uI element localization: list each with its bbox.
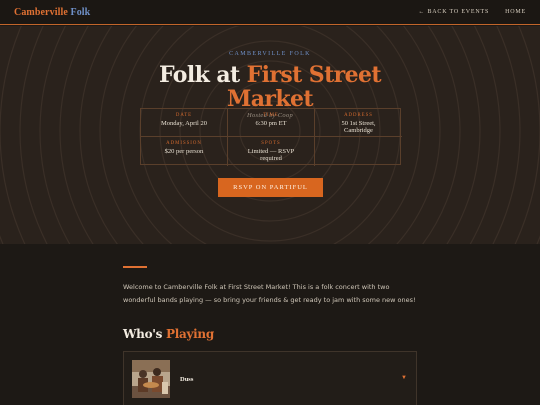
detail-address: ADDRESS 50 1st Street, Cambridge bbox=[315, 109, 402, 137]
event-title-part2: First Street bbox=[246, 62, 382, 88]
hero-eyebrow: CAMBERVILLE FOLK bbox=[229, 51, 311, 57]
detail-label: DATE bbox=[175, 113, 193, 118]
detail-label: ADMISSION bbox=[166, 141, 202, 146]
rsvp-button[interactable]: RSVP ON PARTIFUL bbox=[218, 178, 323, 197]
lineup-heading-part1: Who's bbox=[123, 327, 163, 341]
band-photo bbox=[132, 360, 170, 398]
detail-label: ADDRESS bbox=[344, 113, 373, 118]
nav-links: ← BACK TO EVENTS HOME bbox=[418, 9, 526, 15]
event-title: Folk at First Street Market bbox=[0, 63, 540, 111]
top-navigation: Camberville Folk ← BACK TO EVENTS HOME bbox=[0, 0, 540, 25]
brand-name-part2: Folk bbox=[70, 6, 91, 18]
detail-admission: ADMISSION $20 per person bbox=[141, 137, 228, 166]
back-to-events-link[interactable]: ← BACK TO EVENTS bbox=[418, 9, 489, 15]
brand-logo[interactable]: Camberville Folk bbox=[14, 7, 90, 18]
detail-value: 50 1st Street, Cambridge bbox=[341, 120, 376, 134]
detail-time: TIME 6:30 pm ET bbox=[228, 109, 315, 137]
band-name: Duss bbox=[180, 376, 194, 383]
detail-value: 6:30 pm ET bbox=[255, 120, 287, 127]
band-card[interactable]: Duss ▼ bbox=[123, 351, 417, 405]
event-details-grid: DATE Monday, April 20 TIME 6:30 pm ET AD… bbox=[140, 108, 402, 166]
detail-spots: SPOTS Limited — RSVP required bbox=[228, 137, 315, 166]
lineup-heading: Who's Playing bbox=[123, 327, 214, 341]
detail-value: Monday, April 20 bbox=[161, 120, 207, 127]
lineup-heading-part2: Playing bbox=[166, 327, 214, 341]
detail-label: SPOTS bbox=[261, 141, 281, 146]
event-description: Welcome to Camberville Folk at First Str… bbox=[123, 283, 416, 304]
event-title-part1: Folk at bbox=[158, 62, 240, 88]
detail-value: $20 per person bbox=[164, 148, 204, 155]
caret-down-icon[interactable]: ▼ bbox=[401, 375, 407, 381]
accent-divider bbox=[123, 266, 147, 268]
home-link[interactable]: HOME bbox=[505, 9, 526, 15]
detail-date: DATE Monday, April 20 bbox=[141, 109, 228, 137]
band-photo-image bbox=[132, 360, 170, 398]
detail-value: Limited — RSVP required bbox=[247, 148, 295, 162]
detail-empty bbox=[315, 137, 402, 166]
detail-label: TIME bbox=[263, 113, 279, 118]
brand-name-part1: Camberville bbox=[14, 6, 68, 18]
